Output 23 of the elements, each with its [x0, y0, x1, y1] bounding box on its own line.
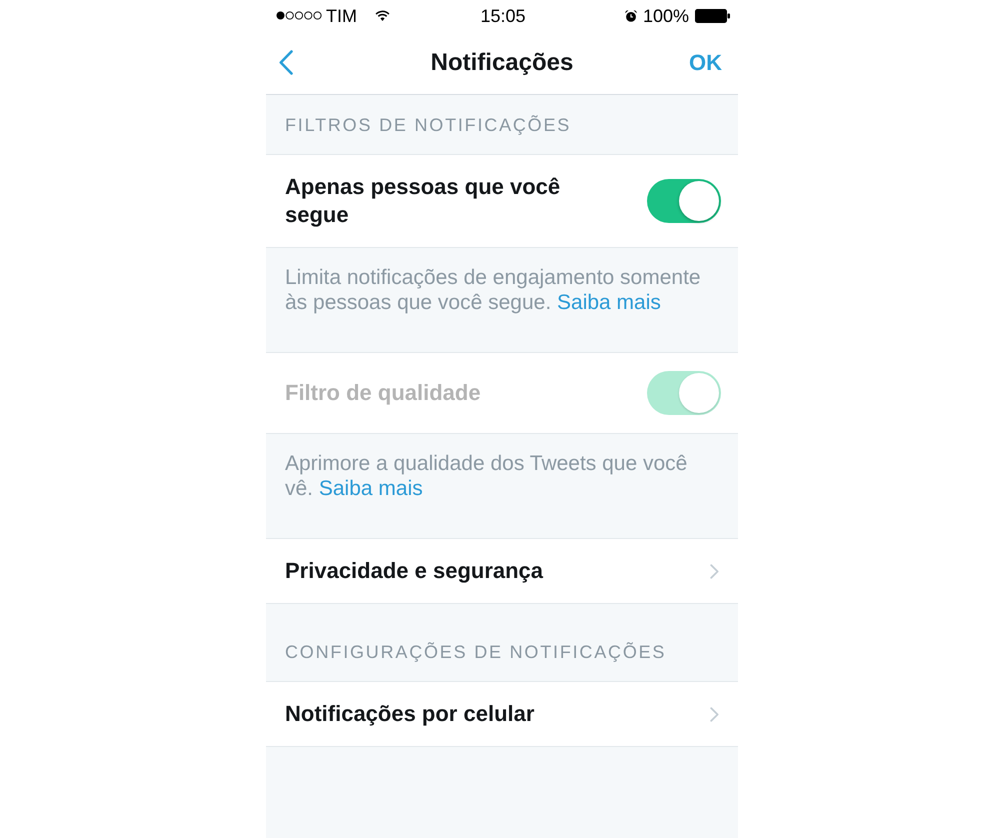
wifi-icon	[375, 10, 390, 21]
learn-more-link[interactable]: Saiba mais	[557, 291, 661, 314]
status-time: 15:05	[480, 6, 526, 26]
description-text: Limita notificações de engajamento somente às pessoas que você segue. Saiba mais	[284, 265, 702, 316]
settings-menu-item[interactable]: Notificações por celular	[266, 681, 738, 747]
toggle-switch[interactable]	[647, 179, 721, 223]
ok-button[interactable]: OK	[689, 50, 722, 76]
signal-strength-icon	[276, 11, 322, 20]
chevron-right-icon	[710, 564, 719, 578]
carrier-name: TIM	[326, 6, 357, 26]
alarm-clock-icon	[624, 10, 637, 22]
back-button[interactable]	[279, 50, 293, 75]
description-text: Aprimore a qualidade dos Tweets que você vê. Saiba mais	[284, 451, 688, 502]
section-header: CONFIGURAÇÕES DE NOTIFICAÇÕES	[285, 642, 666, 662]
setting-label: Filtro de qualidade	[285, 379, 481, 407]
settings-menu-item[interactable]: Privacidade e segurança	[266, 538, 738, 604]
section-header: FILTROS DE NOTIFICAÇÕES	[285, 115, 572, 135]
chevron-left-icon	[279, 50, 293, 75]
battery-icon	[695, 8, 730, 22]
chevron-right-icon	[710, 706, 719, 722]
battery-percentage: 100%	[642, 6, 689, 26]
screen-title: Notificações	[430, 48, 574, 76]
setting-label: Apenas pessoas que você segue	[285, 173, 562, 229]
